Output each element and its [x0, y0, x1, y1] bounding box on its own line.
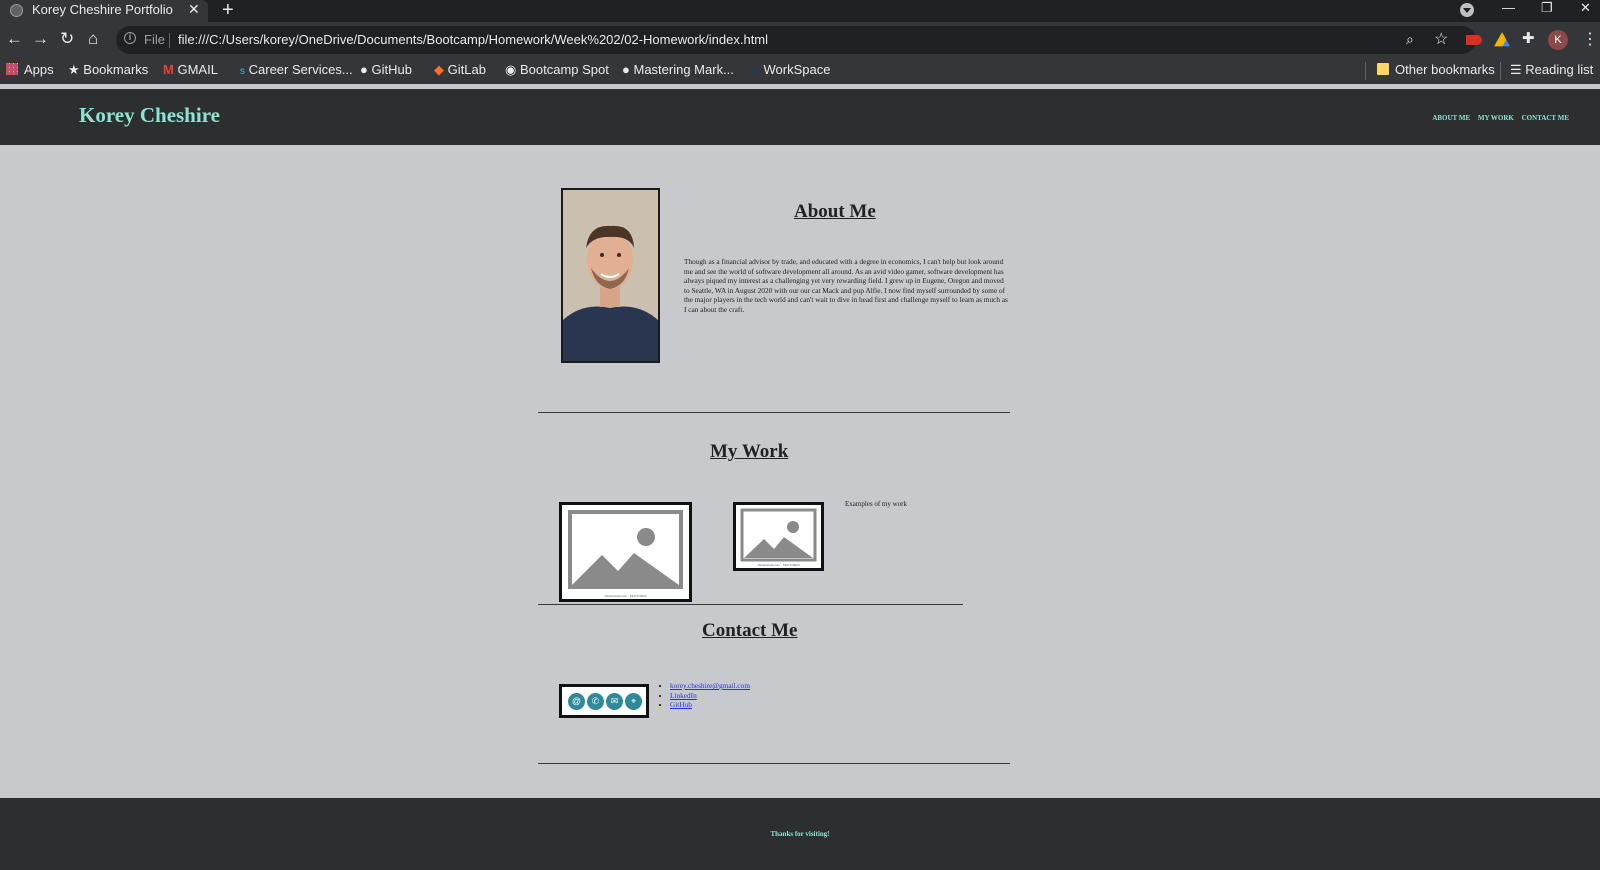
github-icon: ●	[360, 62, 368, 77]
reading-list[interactable]: ☰ Reading list	[1510, 62, 1593, 78]
other-bookmarks[interactable]: Other bookmarks	[1377, 62, 1495, 77]
contact-icons-image: @ ✆ ✉ ⌖	[559, 684, 649, 718]
page-viewport: Korey Cheshire ABOUT ME MY WORK CONTACT …	[0, 84, 1600, 870]
menu-kebab-icon[interactable]: ⋮	[1582, 29, 1598, 49]
browser-toolbar: ← → ↻ ⌂ i File file:///C:/Users/korey/On…	[0, 22, 1600, 58]
image-placeholder-icon	[568, 510, 683, 589]
extension-cast-icon[interactable]	[1466, 35, 1482, 45]
location-icon: ⌖	[625, 693, 642, 710]
footer-text: Thanks for visiting!	[770, 830, 830, 838]
bookmark-star-icon[interactable]: ☆	[1434, 29, 1448, 49]
site-nav: ABOUT ME MY WORK CONTACT ME	[1426, 114, 1569, 122]
new-tab-button[interactable]: +	[222, 0, 234, 22]
restore-icon[interactable]: ❐	[1541, 0, 1553, 16]
bootcamp-spot-icon: ◉	[505, 62, 517, 77]
nav-contact-me[interactable]: CONTACT ME	[1522, 114, 1569, 122]
list-item: korey.cheshire@gmail.com	[670, 681, 750, 691]
list-item: LinkedIn	[670, 691, 750, 701]
section-divider	[538, 763, 1010, 764]
reading-list-separator	[1500, 62, 1501, 80]
back-icon[interactable]: ←	[6, 29, 23, 49]
gitlab-icon: ◆	[434, 62, 444, 77]
nav-about-me[interactable]: ABOUT ME	[1432, 114, 1470, 122]
bookmark-bootcamp-spot[interactable]: ◉ Bootcamp Spot	[505, 62, 609, 78]
profile-photo	[561, 188, 660, 363]
zoom-icon[interactable]: ⌕	[1406, 31, 1414, 48]
close-window-icon[interactable]: ✕	[1580, 0, 1591, 16]
site-footer: Thanks for visiting!	[0, 798, 1600, 870]
bookmark-workspace[interactable]: ● WorkSpace	[752, 62, 830, 77]
file-label: File	[144, 32, 165, 47]
octocat-icon: ●	[622, 62, 630, 77]
close-tab-icon[interactable]: ✕	[188, 1, 200, 18]
portrait-illustration	[563, 190, 658, 361]
forward-icon[interactable]: →	[32, 29, 49, 49]
image-credit: shutterstock.com · 1037719204	[757, 563, 800, 567]
bookmark-career-services[interactable]: s Career Services...	[240, 62, 353, 77]
reload-icon[interactable]: ↻	[60, 29, 74, 49]
bookmark-apps[interactable]: Apps	[6, 62, 54, 77]
home-icon[interactable]: ⌂	[88, 29, 98, 49]
bookmark-github[interactable]: ● GitHub	[360, 62, 412, 77]
info-icon[interactable]: i	[124, 32, 136, 44]
work-image-placeholder[interactable]: shutterstock.com · 1037719204	[559, 502, 692, 602]
work-caption: Examples of my work	[845, 500, 908, 508]
folder-icon	[1377, 63, 1389, 75]
globe-icon	[10, 4, 23, 17]
site-header: Korey Cheshire ABOUT ME MY WORK CONTACT …	[0, 89, 1600, 145]
apps-grid-icon	[6, 63, 18, 75]
contact-title: Contact Me	[702, 620, 798, 641]
career-services-icon: s	[240, 66, 245, 77]
bookmarks-separator	[1365, 62, 1366, 80]
bookmark-gmail[interactable]: M GMAIL	[163, 62, 218, 77]
about-text: Though as a financial advisor by trade, …	[684, 257, 1008, 314]
image-placeholder-icon	[740, 508, 817, 562]
tab-search-icon[interactable]	[1460, 3, 1474, 17]
workspace-icon: ●	[752, 62, 760, 77]
github-link[interactable]: GitHub	[670, 700, 692, 709]
url-text[interactable]: file:///C:/Users/korey/OneDrive/Document…	[178, 32, 768, 47]
nav-my-work[interactable]: MY WORK	[1478, 114, 1514, 122]
reading-list-icon: ☰	[1510, 62, 1522, 77]
browser-tab[interactable]: Korey Cheshire Portfolio ✕	[0, 0, 208, 22]
site-name: Korey Cheshire	[79, 103, 220, 127]
bookmark-bookmarks[interactable]: ★ Bookmarks	[68, 62, 148, 78]
bookmarks-bar: Apps ★ Bookmarks M GMAIL s Career Servic…	[0, 58, 1600, 84]
gmail-icon: M	[163, 62, 174, 77]
mail-icon: ✉	[606, 693, 623, 710]
email-link[interactable]: korey.cheshire@gmail.com	[670, 681, 750, 690]
section-divider	[538, 604, 963, 605]
bookmark-gitlab[interactable]: ◆ GitLab	[434, 62, 486, 78]
tab-strip: Korey Cheshire Portfolio ✕ + — ❐ ✕	[0, 0, 1600, 22]
address-bar[interactable]: i File file:///C:/Users/korey/OneDrive/D…	[116, 26, 1476, 54]
phone-icon: ✆	[587, 693, 604, 710]
extensions-puzzle-icon[interactable]: ✚	[1522, 29, 1535, 47]
work-title: My Work	[710, 441, 789, 462]
contact-links: korey.cheshire@gmail.com LinkedIn GitHub	[660, 681, 750, 710]
at-sign-icon: @	[568, 693, 585, 710]
section-divider	[538, 412, 1010, 413]
star-icon: ★	[68, 62, 80, 77]
address-separator	[169, 33, 170, 48]
tab-title: Korey Cheshire Portfolio	[32, 2, 173, 17]
linkedin-link[interactable]: LinkedIn	[670, 691, 697, 700]
minimize-icon[interactable]: —	[1502, 0, 1515, 15]
about-title: About Me	[794, 201, 876, 222]
work-image-placeholder[interactable]: shutterstock.com · 1037719204	[733, 502, 824, 571]
image-credit: shutterstock.com · 1037719204	[604, 594, 647, 598]
list-item: GitHub	[670, 700, 750, 710]
profile-avatar[interactable]: K	[1548, 30, 1568, 50]
bookmark-mastering-markdown[interactable]: ● Mastering Mark...	[622, 62, 734, 77]
extension-drive-icon[interactable]	[1494, 32, 1510, 47]
